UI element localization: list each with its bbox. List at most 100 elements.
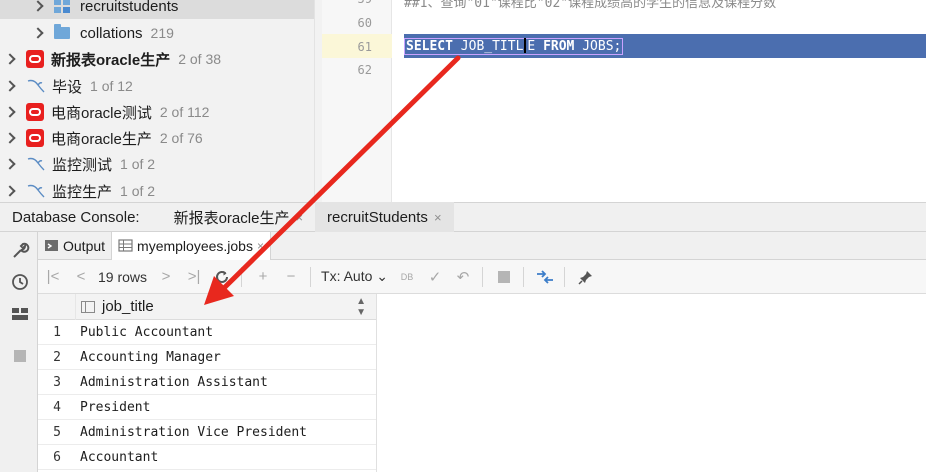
rollback-icon[interactable]: ↶ bbox=[450, 264, 476, 290]
grid-header-gutter bbox=[38, 293, 76, 320]
tree-item-label: 电商oracle生产 bbox=[51, 130, 152, 148]
stop-icon[interactable] bbox=[10, 346, 30, 366]
tree-item-count: 2 of 112 bbox=[159, 104, 210, 120]
db-icon[interactable]: DB bbox=[394, 264, 420, 290]
cell-job-title[interactable]: Administration Vice President bbox=[76, 425, 307, 440]
delete-row-icon[interactable]: − bbox=[278, 264, 304, 290]
row-number: 6 bbox=[53, 449, 61, 465]
chevron-right-icon[interactable] bbox=[4, 132, 16, 144]
mysql-icon bbox=[27, 184, 45, 198]
mysql-icon bbox=[27, 157, 45, 171]
console-tab-active[interactable]: recruitStudents × bbox=[315, 202, 454, 232]
tab-myemployees-jobs[interactable]: myemployees.jobs × bbox=[111, 231, 271, 260]
line-number: 59 bbox=[322, 0, 372, 6]
tree-item-label: 毕设 bbox=[52, 78, 83, 96]
line-number: 62 bbox=[357, 63, 372, 77]
add-row-icon[interactable]: + bbox=[250, 264, 276, 290]
row-number: 3 bbox=[53, 374, 61, 390]
compare-icon[interactable] bbox=[532, 264, 558, 290]
commit-icon[interactable]: ✓ bbox=[422, 264, 448, 290]
sql-statement[interactable]: SELECT JOB_TITL E FROM JOBS; bbox=[404, 38, 624, 55]
last-page-icon[interactable]: >| bbox=[181, 264, 207, 290]
table-row[interactable]: 6 Accountant bbox=[38, 445, 376, 470]
console-tab-label: 新报表oracle生产 bbox=[173, 209, 290, 227]
tree-item-datasource[interactable]: 电商oracle生产 2 of 76 bbox=[0, 125, 322, 151]
chevron-right-icon[interactable] bbox=[4, 185, 16, 197]
console-title: Database Console: bbox=[12, 208, 140, 226]
console-tab-label: recruitStudents bbox=[327, 208, 428, 226]
first-page-icon[interactable]: |< bbox=[40, 264, 66, 290]
tree-item-count: 219 bbox=[150, 25, 174, 41]
cell-job-title[interactable]: Accountant bbox=[76, 450, 158, 465]
tree-item-count: 2 of 76 bbox=[159, 130, 203, 146]
row-count[interactable]: 19 rows bbox=[98, 269, 147, 285]
tree-item-datasource[interactable]: 监控测试 1 of 2 bbox=[0, 151, 322, 177]
table-row[interactable]: 5 Administration Vice President bbox=[38, 420, 376, 445]
table-row[interactable]: 3 Administration Assistant bbox=[38, 370, 376, 395]
next-page-icon[interactable]: > bbox=[153, 264, 179, 290]
tab-output[interactable]: Output bbox=[38, 232, 111, 260]
tree-item-label: recruitstudents bbox=[80, 0, 179, 15]
table-row[interactable]: 1 Public Accountant bbox=[38, 320, 376, 345]
cell-job-title[interactable]: Administration Assistant bbox=[76, 375, 268, 390]
tx-mode-select[interactable]: Tx: Auto ⌄ bbox=[321, 268, 388, 285]
grid-header[interactable]: job_title ▲ ▼ bbox=[38, 293, 376, 320]
tree-item-datasource[interactable]: 新报表oracle生产 2 of 38 bbox=[0, 46, 322, 72]
tree-item-count: 1 of 2 bbox=[120, 183, 156, 199]
table-row[interactable]: 2 Accounting Manager bbox=[38, 345, 376, 370]
close-icon[interactable]: × bbox=[295, 210, 303, 225]
chevron-right-icon[interactable] bbox=[4, 158, 16, 170]
tree-item-collations[interactable]: collations 219 bbox=[0, 20, 322, 46]
console-tab-bar: Database Console: 新报表oracle生产 × recruitS… bbox=[0, 202, 926, 232]
tree-item-datasource[interactable]: 毕设 1 of 12 bbox=[0, 73, 322, 99]
sql-keyword-select: SELECT bbox=[406, 39, 453, 54]
tree-item-label: 监控测试 bbox=[52, 156, 113, 174]
pin-icon[interactable] bbox=[573, 264, 599, 290]
side-tool-strip bbox=[0, 232, 38, 472]
oracle-icon bbox=[26, 103, 44, 121]
tx-mode-label: Tx: Auto bbox=[321, 268, 373, 284]
stop-icon[interactable] bbox=[491, 264, 517, 290]
layout-icon[interactable] bbox=[10, 304, 30, 324]
sql-keyword-from: FROM bbox=[543, 39, 575, 54]
tree-item-datasource[interactable]: 电商oracle测试 2 of 112 bbox=[0, 99, 322, 125]
result-toolbar: |< < 19 rows > >| + − Tx: Auto ⌄ DB ✓ ↶ bbox=[38, 260, 926, 294]
column-icon bbox=[81, 300, 95, 313]
row-number: 1 bbox=[53, 324, 61, 340]
column-header-job-title[interactable]: job_title bbox=[102, 298, 356, 315]
row-number: 5 bbox=[53, 424, 61, 440]
result-grid: job_title ▲ ▼ 1 Public Accountant 2 Accou… bbox=[38, 293, 376, 472]
toolbar-separator bbox=[310, 266, 312, 287]
table-row[interactable]: 4 President bbox=[38, 395, 376, 420]
oracle-icon bbox=[26, 50, 44, 68]
sql-selection-box: SELECT JOB_TITL E FROM JOBS; bbox=[404, 38, 624, 55]
console-tab[interactable]: 新报表oracle生产 × bbox=[162, 202, 315, 232]
tree-item-datasource[interactable]: 监控生产 1 of 2 bbox=[0, 178, 322, 202]
tree-item-recruitstudents[interactable]: recruitstudents bbox=[0, 0, 322, 19]
cell-job-title[interactable]: Public Accountant bbox=[76, 325, 213, 340]
schema-icon bbox=[54, 0, 72, 14]
tree-item-label: 监控生产 bbox=[52, 183, 113, 201]
close-icon[interactable]: × bbox=[257, 239, 264, 253]
prev-page-icon[interactable]: < bbox=[68, 264, 94, 290]
cell-job-title[interactable]: President bbox=[76, 400, 150, 415]
tree-item-label: collations bbox=[80, 24, 143, 42]
close-icon[interactable]: × bbox=[434, 210, 442, 225]
chevron-right-icon[interactable] bbox=[32, 27, 44, 39]
toolbar-separator bbox=[564, 266, 566, 287]
chevron-right-icon[interactable] bbox=[4, 106, 16, 118]
sort-icon[interactable]: ▲ ▼ bbox=[356, 296, 366, 318]
comment-line: ##1、查询"01"课程比"02"课程成绩高的学生的信息及课程分数 bbox=[404, 0, 777, 11]
line-number: 60 bbox=[357, 16, 372, 30]
grid-right-border bbox=[376, 294, 377, 472]
editor-gutter: 59 60 61 62 bbox=[322, 0, 392, 202]
sql-editor[interactable]: 59 60 61 62 ##1、查询"01"课程比"02"课程成绩高的学生的信息… bbox=[322, 0, 926, 202]
cell-job-title[interactable]: Accounting Manager bbox=[76, 350, 221, 365]
chevron-right-icon[interactable] bbox=[32, 0, 44, 12]
chevron-right-icon[interactable] bbox=[4, 53, 16, 65]
wrench-icon[interactable] bbox=[10, 240, 30, 260]
tree-scrollbar[interactable] bbox=[314, 0, 322, 202]
chevron-right-icon[interactable] bbox=[4, 80, 16, 92]
refresh-icon[interactable] bbox=[209, 264, 235, 290]
history-icon[interactable] bbox=[10, 272, 30, 292]
